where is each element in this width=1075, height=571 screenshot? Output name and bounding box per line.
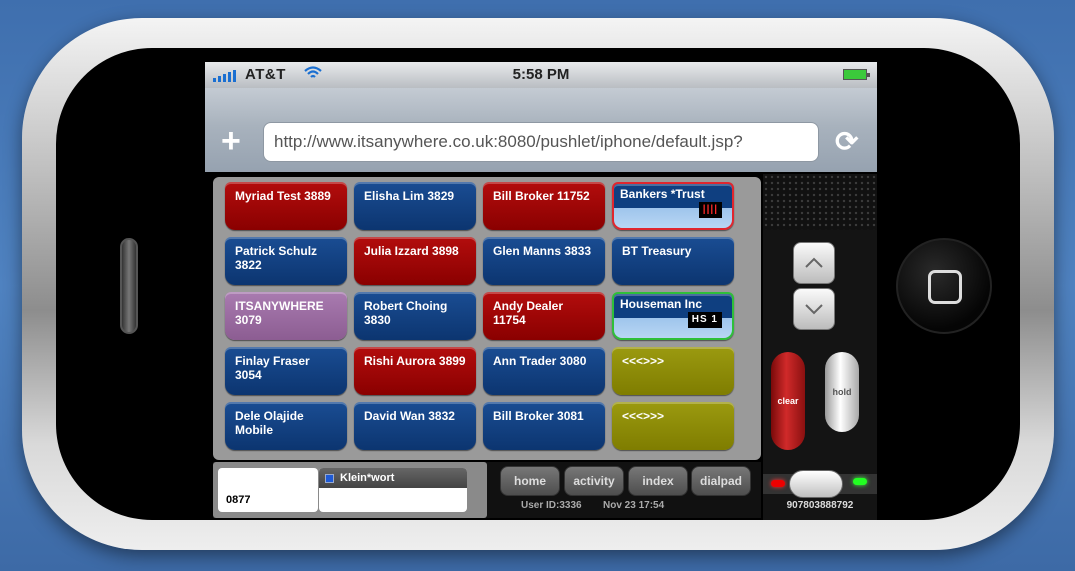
speed-dial-key[interactable]: Rishi Aurora 3899: [354, 347, 476, 395]
home-hardware-button[interactable]: [896, 238, 992, 334]
speed-dial-key[interactable]: Houseman Inc HS 1: [612, 292, 734, 340]
speed-dial-key[interactable]: Elisha Lim 3829: [354, 182, 476, 230]
add-bookmark-button[interactable]: +: [221, 124, 241, 158]
speed-dial-key-label: <<<>>>: [622, 354, 665, 368]
speed-dial-key-label: Myriad Test 3889: [235, 189, 331, 203]
speed-dial-key-label: Andy Dealer 11754: [493, 299, 564, 327]
speed-dial-key-label: Dele Olajide Mobile: [235, 409, 304, 437]
speed-dial-key[interactable]: Myriad Test 3889: [225, 182, 347, 230]
screen: AT&T 5:58 PM + http://www.itsanywhere.co…: [205, 62, 877, 520]
status-time: 5:58 PM: [512, 66, 570, 83]
speed-dial-key-label: Robert Choing 3830: [364, 299, 448, 327]
status-bar: AT&T 5:58 PM: [205, 62, 877, 88]
line-name: Klein*wort: [340, 472, 395, 484]
speed-dial-key-label: Rishi Aurora 3899: [364, 354, 466, 368]
line-status-tag: HS 1: [687, 312, 722, 328]
speed-dial-key[interactable]: Bankers *Trust ||||: [612, 182, 734, 230]
speed-dial-key-label: Bill Broker 3081: [493, 409, 584, 423]
speed-dial-key-label: Patrick Schulz 3822: [235, 244, 318, 272]
refresh-button[interactable]: ⟳: [835, 128, 858, 156]
nav-dialpad-button[interactable]: dialpad: [691, 466, 751, 496]
scroll-up-button[interactable]: [793, 242, 835, 284]
line-status-tag: ||||: [698, 202, 722, 218]
speed-dial-key[interactable]: Julia Izzard 3898: [354, 237, 476, 285]
nav-activity-button[interactable]: activity: [564, 466, 624, 496]
user-id: User ID:3336: [521, 500, 582, 511]
speed-dial-key-label: Bankers *Trust: [620, 187, 705, 201]
speed-dial-key[interactable]: Bill Broker 11752: [483, 182, 605, 230]
url-field[interactable]: http://www.itsanywhere.co.uk:8080/pushle…: [263, 122, 819, 162]
speed-dial-key[interactable]: Ann Trader 3080: [483, 347, 605, 395]
speed-dial-key-label: Finlay Fraser 3054: [235, 354, 310, 382]
speed-dial-key-label: Glen Manns 3833: [493, 244, 592, 258]
speed-dial-key[interactable]: Bill Broker 3081: [483, 402, 605, 450]
nav-home-button[interactable]: home: [500, 466, 560, 496]
speed-dial-key[interactable]: Patrick Schulz 3822: [225, 237, 347, 285]
speed-dial-key-label: ITSANYWHERE 3079: [235, 299, 324, 327]
speed-dial-key[interactable]: Robert Choing 3830: [354, 292, 476, 340]
speed-dial-key[interactable]: <<<>>>: [612, 402, 734, 450]
speed-dial-key[interactable]: <<<>>>: [612, 347, 734, 395]
speed-dial-key-label: Julia Izzard 3898: [364, 244, 459, 258]
scroll-down-button[interactable]: [793, 288, 835, 330]
line-header[interactable]: Klein*wort: [319, 468, 467, 488]
speaker-grille: [763, 174, 877, 230]
line-display: Klein*wort: [319, 468, 467, 512]
speed-dial-key-label: David Wan 3832: [364, 409, 455, 423]
clear-button[interactable]: clear: [771, 352, 805, 450]
hold-button[interactable]: hold: [825, 352, 859, 432]
chevron-down-icon: [805, 304, 823, 315]
speed-dial-key[interactable]: BT Treasury: [612, 237, 734, 285]
control-panel: clear hold 907803888792: [763, 174, 877, 520]
red-led: [771, 480, 785, 487]
speed-dial-key[interactable]: Finlay Fraser 3054: [225, 347, 347, 395]
display-number: 0877: [218, 468, 318, 512]
phone-number: 907803888792: [786, 500, 854, 511]
battery-icon: [843, 69, 870, 80]
speed-dial-key[interactable]: David Wan 3832: [354, 402, 476, 450]
call-display: 0877 Klein*wort: [213, 462, 487, 518]
speed-dial-key-label: Bill Broker 11752: [493, 189, 590, 203]
speed-dial-key[interactable]: Glen Manns 3833: [483, 237, 605, 285]
green-led: [853, 478, 867, 485]
speed-dial-key-label: Elisha Lim 3829: [364, 189, 455, 203]
browser-toolbar: + http://www.itsanywhere.co.uk:8080/push…: [205, 88, 877, 172]
speed-dial-key[interactable]: Andy Dealer 11754: [483, 292, 605, 340]
speed-dial-key[interactable]: Dele Olajide Mobile: [225, 402, 347, 450]
date-time: Nov 23 17:54: [603, 500, 665, 511]
speed-dial-key[interactable]: ITSANYWHERE 3079: [225, 292, 347, 340]
home-square-icon: [928, 270, 962, 304]
speed-dial-key-label: <<<>>>: [622, 409, 665, 423]
chevron-up-icon: [805, 257, 823, 268]
nav-index-button[interactable]: index: [628, 466, 688, 496]
speed-dial-key-label: Ann Trader 3080: [493, 354, 587, 368]
line-toggle-switch[interactable]: [789, 470, 843, 498]
line-checkbox[interactable]: [325, 473, 334, 483]
speed-dial-key-label: BT Treasury: [622, 244, 692, 258]
speed-dial-grid: Myriad Test 3889 Elisha Lim 3829 Bill Brok…: [213, 177, 761, 460]
phone-speaker: [120, 238, 138, 334]
speed-dial-key-label: Houseman Inc: [620, 297, 703, 311]
bottom-bar: 0877 Klein*wort home activity index dial…: [213, 462, 761, 518]
